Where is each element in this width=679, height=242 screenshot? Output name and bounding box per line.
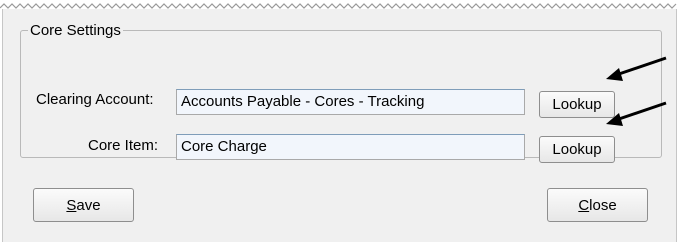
clearing-account-field[interactable]: Accounts Payable - Cores - Tracking — [176, 89, 525, 115]
clearing-account-label: Clearing Account: — [36, 91, 154, 108]
save-label-rest: ave — [76, 196, 101, 214]
core-item-field[interactable]: Core Charge — [176, 134, 525, 160]
core-item-lookup-button[interactable]: Lookup — [539, 136, 615, 163]
close-button[interactable]: Close — [547, 188, 648, 222]
core-settings-group: Core Settings Clearing Account: Accounts… — [20, 22, 662, 163]
arrow-pointing-left-icon — [606, 101, 667, 126]
core-item-label: Core Item: — [88, 137, 159, 154]
core-settings-legend: Core Settings — [30, 22, 121, 39]
close-label-rest: lose — [589, 196, 617, 214]
close-mnemonic: C — [578, 196, 590, 214]
arrow-pointing-left-icon — [606, 56, 667, 81]
save-mnemonic: S — [66, 196, 77, 214]
save-button[interactable]: Save — [33, 188, 134, 222]
dialog-window: Core Settings Clearing Account: Accounts… — [2, 9, 677, 242]
